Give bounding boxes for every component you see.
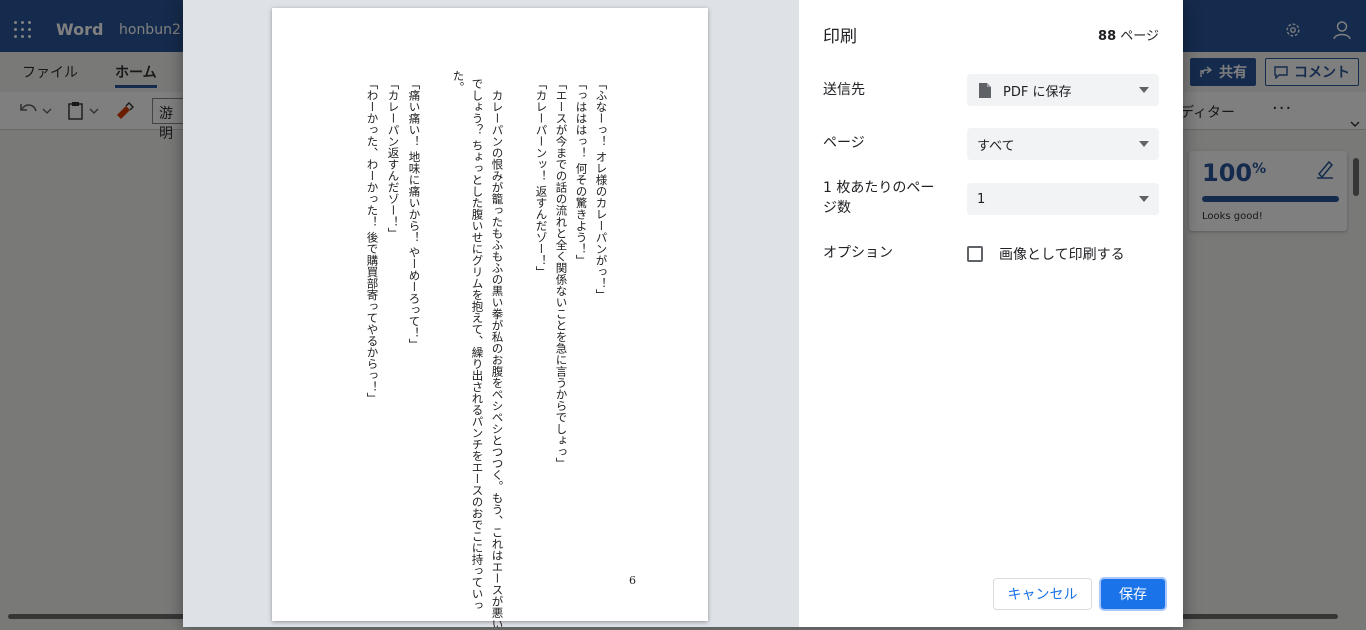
preview-text-line: 「っはははっ！ 何その驚きよう！」 — [574, 78, 589, 266]
pages-value: すべて — [977, 138, 1015, 154]
print-as-image-label[interactable]: 画像として印刷する — [999, 244, 1125, 264]
destination-value: PDF に保存 — [1003, 84, 1072, 100]
preview-text-line: 「ふなーっ！ オレ様のカレーパンがっ！」 — [594, 78, 609, 301]
print-as-image-checkbox[interactable] — [967, 246, 983, 262]
cancel-button[interactable]: キャンセル — [993, 578, 1092, 610]
preview-text-line: 「カレーパン返すんだゾー！」 — [386, 78, 401, 239]
preview-text-line: でしょう？ ちょっとした腹いせにグリムを抱えて、繰り出されるパンチをエースのおで… — [470, 78, 485, 611]
pages-select[interactable]: すべて — [967, 128, 1159, 160]
dropdown-caret-icon — [1139, 196, 1149, 202]
destination-label: 送信先 — [823, 82, 865, 98]
page-count: 88 ページ — [1098, 29, 1159, 44]
preview-text-line: カレーパンの恨みが籠ったもふもふの黒い拳が私のお腹をペシペシとつつく。もう、これ… — [490, 78, 505, 628]
pages-per-sheet-select[interactable]: 1 — [967, 183, 1159, 215]
pages-per-sheet-value: 1 — [977, 191, 986, 207]
dropdown-caret-icon — [1139, 141, 1149, 147]
dropdown-caret-icon — [1139, 87, 1149, 93]
preview-text-line: 「わーかった、わーかった！ 後で購買部寄ってやるからっ！」 — [365, 78, 380, 404]
print-dialog: 「ふなーっ！ オレ様のカレーパンがっ！」 「っはははっ！ 何その驚きよう！」 「… — [183, 0, 1183, 627]
print-preview-area: 「ふなーっ！ オレ様のカレーパンがっ！」 「っはははっ！ 何その驚きよう！」 「… — [183, 0, 799, 627]
preview-text-line: た。 — [451, 70, 466, 93]
preview-text-line: 「カレーパーンッ！ 返すんだゾー！」 — [534, 78, 549, 278]
preview-text-line: 「痛い痛い！ 地味に痛いから！ やーめーろって！」 — [407, 78, 422, 350]
pages-per-sheet-label: 1 枚あたりのページ数 — [823, 180, 935, 216]
dialog-title: 印刷 — [823, 27, 857, 47]
pages-label: ページ — [823, 135, 865, 151]
options-label: オプション — [823, 245, 893, 261]
document-icon — [979, 82, 991, 98]
preview-page: 「ふなーっ！ オレ様のカレーパンがっ！」 「っはははっ！ 何その驚きよう！」 「… — [272, 8, 708, 627]
preview-text-line: 「エースが今までの話の流れと全く関係ないことを急に言うからでしょっ」 — [554, 78, 569, 469]
preview-page-number: 6 — [629, 574, 636, 587]
save-button[interactable]: 保存 — [1099, 577, 1167, 611]
print-settings-panel: 印刷 88 ページ 送信先 PDF に保存 ページ すべて 1 枚あたりのページ… — [799, 0, 1183, 627]
destination-select[interactable]: PDF に保存 — [967, 74, 1159, 106]
